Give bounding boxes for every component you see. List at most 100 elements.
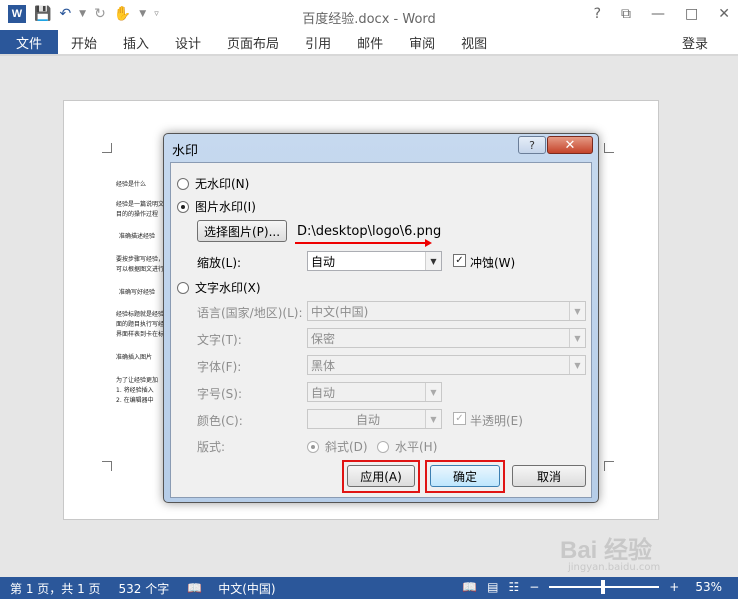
language-label: 语言(国家/地区)(L): xyxy=(197,306,303,320)
tab-insert[interactable]: 插入 xyxy=(110,30,162,54)
chevron-down-icon[interactable]: ▼ xyxy=(425,383,441,401)
crop-mark xyxy=(102,461,112,471)
ok-button[interactable]: 确定 xyxy=(430,465,500,487)
washout-label: 冲蚀(W) xyxy=(470,256,516,270)
tab-mailings[interactable]: 邮件 xyxy=(344,30,396,54)
title-bar: W 💾 ↶ ▼ ↻ ✋ ▼ ▿ 百度经验.docx - Word ? ⧉ — □… xyxy=(0,0,738,30)
word-count[interactable]: 532 个字 xyxy=(119,580,170,597)
minimize-button[interactable]: — xyxy=(651,6,665,22)
chevron-down-icon[interactable]: ▼ xyxy=(569,356,585,374)
horizontal-option[interactable]: 水平(H) xyxy=(377,438,437,455)
crop-mark xyxy=(604,461,614,471)
dialog-help-button[interactable]: ? xyxy=(518,136,546,154)
font-label: 字体(F): xyxy=(197,360,242,374)
crop-mark xyxy=(102,143,112,153)
semitransparent-checkbox[interactable]: ✓ xyxy=(453,412,466,425)
text-watermark-label: 文字水印(X) xyxy=(195,281,261,295)
scale-label: 缩放(L): xyxy=(197,256,242,270)
font-combo[interactable]: 黑体 ▼ xyxy=(307,355,586,375)
scale-value: 自动 xyxy=(311,254,336,269)
print-layout-icon[interactable]: ▤ xyxy=(487,580,498,594)
login-link[interactable]: 登录 xyxy=(682,33,708,52)
annotation-underline xyxy=(295,242,425,244)
page-line: 1. 将经验插入 xyxy=(116,387,154,394)
tab-page-layout[interactable]: 页面布局 xyxy=(214,30,292,54)
radio-horizontal[interactable] xyxy=(377,440,389,453)
color-value: 自动 xyxy=(355,412,380,427)
chevron-down-icon[interactable]: ▼ xyxy=(425,410,441,428)
select-picture-button[interactable]: 选择图片(P)... xyxy=(197,220,287,242)
dialog-close-button[interactable]: ✕ xyxy=(547,136,593,154)
help-button[interactable]: ? xyxy=(594,6,601,22)
tab-file[interactable]: 文件 xyxy=(0,30,58,54)
zoom-slider-thumb[interactable] xyxy=(601,580,606,594)
color-label: 颜色(C): xyxy=(197,414,243,428)
horizontal-label: 水平(H) xyxy=(395,440,438,454)
dialog-title: 水印 xyxy=(172,144,199,159)
scale-combo[interactable]: 自动 ▼ xyxy=(307,251,442,271)
zoom-slider[interactable] xyxy=(549,580,660,594)
page-line: 目的的操作过程 xyxy=(116,211,159,218)
language-combo[interactable]: 中文(中国) ▼ xyxy=(307,301,586,321)
close-window-button[interactable]: ✕ xyxy=(718,6,730,22)
page-line: 经验是什么 xyxy=(116,181,147,188)
washout-checkbox[interactable]: ✓ xyxy=(453,254,466,267)
page-line: 准确写好经验 xyxy=(119,289,156,296)
tab-view[interactable]: 视图 xyxy=(448,30,500,54)
picture-watermark-label: 图片水印(I) xyxy=(195,200,256,214)
diagonal-option[interactable]: 斜式(D) xyxy=(307,438,368,455)
baidu-watermark: Bai 经验 xyxy=(560,537,653,564)
zoom-level[interactable]: 53% xyxy=(695,580,722,594)
tab-home[interactable]: 开始 xyxy=(58,30,110,54)
tab-review[interactable]: 审阅 xyxy=(396,30,448,54)
status-bar: 第 1 页，共 1 页 532 个字 📖 中文(中国) 📖 ▤ ☷ − + 53… xyxy=(0,577,738,599)
text-label: 文字(T): xyxy=(197,333,242,347)
status-right: 📖 ▤ ☷ − + 53% xyxy=(462,580,722,594)
radio-text-watermark[interactable] xyxy=(177,281,189,294)
no-watermark-option[interactable]: 无水印(N) xyxy=(177,175,249,192)
no-watermark-label: 无水印(N) xyxy=(195,177,250,191)
dialog-body: 无水印(N) 图片水印(I) 选择图片(P)... D:\desktop\log… xyxy=(170,162,592,498)
ribbon-display-button[interactable]: ⧉ xyxy=(621,6,631,22)
radio-picture-watermark[interactable] xyxy=(177,200,189,213)
proofing-icon[interactable]: 📖 xyxy=(187,581,202,595)
chevron-down-icon[interactable]: ▼ xyxy=(569,329,585,347)
radio-diagonal[interactable] xyxy=(307,440,319,453)
read-mode-icon[interactable]: 📖 xyxy=(462,580,477,594)
web-layout-icon[interactable]: ☷ xyxy=(508,580,519,594)
crop-mark xyxy=(604,143,614,153)
zoom-in-button[interactable]: + xyxy=(669,580,679,594)
picture-watermark-option[interactable]: 图片水印(I) xyxy=(177,198,256,215)
radio-no-watermark[interactable] xyxy=(177,177,189,190)
window-controls: ? ⧉ — □ ✕ xyxy=(594,6,730,22)
chevron-down-icon[interactable]: ▼ xyxy=(569,302,585,320)
layout-label: 版式: xyxy=(197,440,226,454)
text-value: 保密 xyxy=(311,331,336,346)
apply-button[interactable]: 应用(A) xyxy=(347,465,415,487)
ribbon: 文件 开始 插入 设计 页面布局 引用 邮件 审阅 视图 登录 xyxy=(0,30,738,54)
language-value: 中文(中国) xyxy=(311,304,369,319)
page-line: 准确插入图片 xyxy=(116,354,153,361)
font-value: 黑体 xyxy=(311,358,336,373)
language-status[interactable]: 中文(中国) xyxy=(218,580,275,597)
tab-design[interactable]: 设计 xyxy=(162,30,214,54)
chevron-down-icon[interactable]: ▼ xyxy=(425,252,441,270)
page-count[interactable]: 第 1 页，共 1 页 xyxy=(10,580,101,597)
page-line: 为了让经验更加 xyxy=(116,377,159,384)
tab-references[interactable]: 引用 xyxy=(292,30,344,54)
size-combo[interactable]: 自动 ▼ xyxy=(307,382,442,402)
page-line: 准确描述经验 xyxy=(119,233,156,240)
page-line: 2. 在编辑器中 xyxy=(116,397,154,404)
size-label: 字号(S): xyxy=(197,387,243,401)
zoom-out-button[interactable]: − xyxy=(529,580,539,594)
annotation-arrow-icon xyxy=(425,239,432,247)
restore-button[interactable]: □ xyxy=(685,6,698,22)
semitransparent-label: 半透明(E) xyxy=(470,414,523,428)
text-watermark-option[interactable]: 文字水印(X) xyxy=(177,279,261,296)
cancel-button[interactable]: 取消 xyxy=(512,465,586,487)
size-value: 自动 xyxy=(311,385,336,400)
color-combo[interactable]: 自动 ▼ xyxy=(307,409,442,429)
watermark-dialog: 水印 ? ✕ 无水印(N) 图片水印(I) 选择图片(P)... D:\desk… xyxy=(163,133,599,503)
baidu-watermark-url: jingyan.baidu.com xyxy=(568,562,661,573)
text-combo[interactable]: 保密 ▼ xyxy=(307,328,586,348)
